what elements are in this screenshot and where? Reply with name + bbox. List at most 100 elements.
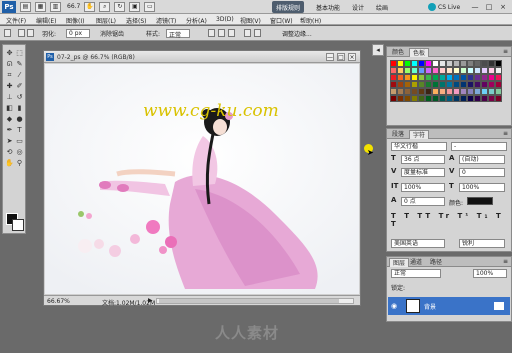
- font-size-input[interactable]: 36 点: [401, 155, 445, 164]
- swatch[interactable]: [446, 60, 453, 67]
- swatch[interactable]: [404, 60, 411, 67]
- menu-image[interactable]: 图像(I): [66, 16, 84, 25]
- swatch[interactable]: [404, 88, 411, 95]
- swatch[interactable]: [467, 74, 474, 81]
- maximize-button[interactable]: □: [484, 1, 494, 12]
- type-tool-icon[interactable]: T: [15, 126, 24, 135]
- kerning-input[interactable]: 度量标准: [401, 168, 445, 177]
- zoom-level[interactable]: 66.7: [67, 3, 80, 10]
- swatch[interactable]: [397, 67, 404, 74]
- swatch[interactable]: [439, 60, 446, 67]
- eraser-tool-icon[interactable]: ◧: [5, 104, 14, 113]
- bridge-icon[interactable]: ▤: [20, 1, 31, 12]
- swatch[interactable]: [453, 74, 460, 81]
- swatch[interactable]: [460, 95, 467, 102]
- swatch[interactable]: [411, 88, 418, 95]
- swatch[interactable]: [474, 67, 481, 74]
- swatch[interactable]: [425, 81, 432, 88]
- swatch[interactable]: [474, 74, 481, 81]
- swatch[interactable]: [390, 67, 397, 74]
- swatch[interactable]: [446, 67, 453, 74]
- swatch[interactable]: [418, 67, 425, 74]
- swatch[interactable]: [446, 95, 453, 102]
- menu-view[interactable]: 视图(V): [240, 16, 261, 25]
- swatch[interactable]: [488, 81, 495, 88]
- screen-mode-icon[interactable]: ▭: [144, 1, 156, 12]
- swatch[interactable]: [418, 81, 425, 88]
- pen-tool-icon[interactable]: ✒: [5, 126, 14, 135]
- swatch[interactable]: [404, 67, 411, 74]
- swatch[interactable]: [453, 67, 460, 74]
- swatch[interactable]: [432, 95, 439, 102]
- style-select[interactable]: 正常: [166, 29, 190, 39]
- scrollbar-thumb[interactable]: [159, 299, 339, 303]
- path-select-tool-icon[interactable]: ➤: [5, 137, 14, 146]
- text-color-swatch[interactable]: [467, 197, 493, 205]
- horizontal-scrollbar[interactable]: [156, 298, 354, 304]
- marquee-tool-icon[interactable]: ⬚: [15, 49, 24, 58]
- panel-menu-icon[interactable]: ≡: [503, 130, 508, 137]
- swatch[interactable]: [453, 60, 460, 67]
- swatch[interactable]: [432, 81, 439, 88]
- menu-window[interactable]: 窗口(W): [270, 16, 293, 25]
- dodge-tool-icon[interactable]: ●: [15, 115, 24, 124]
- swatch[interactable]: [495, 81, 502, 88]
- swatch[interactable]: [418, 74, 425, 81]
- swatch[interactable]: [467, 67, 474, 74]
- swatch[interactable]: [425, 95, 432, 102]
- swatch[interactable]: [425, 60, 432, 67]
- document-titlebar[interactable]: Ps 07-2_ps @ 66.7% (RGB/8) — □ ×: [44, 51, 360, 63]
- crop-tool-icon[interactable]: ⌗: [5, 71, 14, 80]
- workspace-design[interactable]: 设计: [348, 1, 368, 13]
- background-color[interactable]: [12, 219, 24, 231]
- swatch[interactable]: [390, 95, 397, 102]
- swatch[interactable]: [488, 60, 495, 67]
- swatch[interactable]: [397, 95, 404, 102]
- doc-maximize-button[interactable]: □: [337, 53, 345, 61]
- 3d-orbit-tool-icon[interactable]: ◎: [15, 148, 24, 157]
- swatch[interactable]: [467, 81, 474, 88]
- tab-channels[interactable]: 通道: [407, 258, 425, 267]
- swatch[interactable]: [495, 60, 502, 67]
- swatch[interactable]: [397, 88, 404, 95]
- tab-color[interactable]: 颜色: [389, 48, 407, 57]
- swatch[interactable]: [495, 95, 502, 102]
- swatch[interactable]: [390, 60, 397, 67]
- swatch[interactable]: [439, 88, 446, 95]
- swatch[interactable]: [418, 95, 425, 102]
- swatch-grid[interactable]: [390, 60, 508, 102]
- swatch[interactable]: [404, 81, 411, 88]
- menu-filter[interactable]: 滤镜(T): [156, 16, 176, 25]
- status-zoom[interactable]: 66.67%: [47, 298, 70, 305]
- swatch[interactable]: [481, 67, 488, 74]
- tab-layers[interactable]: 图层: [389, 258, 410, 267]
- swatch[interactable]: [481, 88, 488, 95]
- workspace-essentials[interactable]: 基本功能: [312, 1, 344, 13]
- swatch[interactable]: [460, 81, 467, 88]
- brush-tool-icon[interactable]: ✐: [15, 82, 24, 91]
- panel-menu-icon[interactable]: ≡: [503, 48, 508, 55]
- swatch[interactable]: [488, 74, 495, 81]
- add-selection-icon[interactable]: [27, 29, 34, 37]
- tab-character[interactable]: 字符: [409, 130, 430, 139]
- swatch[interactable]: [411, 81, 418, 88]
- feather-input[interactable]: 0 px: [66, 29, 90, 38]
- swatch[interactable]: [404, 95, 411, 102]
- swatch[interactable]: [411, 95, 418, 102]
- antialias-checkbox[interactable]: 消除锯齿: [100, 29, 124, 38]
- swatch[interactable]: [439, 74, 446, 81]
- zoom-tool-icon[interactable]: ⚲: [15, 159, 24, 168]
- tab-swatches[interactable]: 色板: [409, 48, 430, 57]
- swatch[interactable]: [467, 60, 474, 67]
- swatch[interactable]: [425, 67, 432, 74]
- clone-stamp-tool-icon[interactable]: ⊥: [5, 93, 14, 102]
- workspace-typography[interactable]: 排版规则: [272, 1, 305, 13]
- menu-file[interactable]: 文件(F): [6, 16, 26, 25]
- hand-tool-icon[interactable]: ✋: [5, 159, 14, 168]
- swatch[interactable]: [432, 74, 439, 81]
- swatch[interactable]: [404, 74, 411, 81]
- collapsed-panel-icon[interactable]: ◂: [372, 44, 384, 56]
- swatch[interactable]: [453, 81, 460, 88]
- distribute-icon[interactable]: [244, 29, 251, 37]
- swatch[interactable]: [432, 88, 439, 95]
